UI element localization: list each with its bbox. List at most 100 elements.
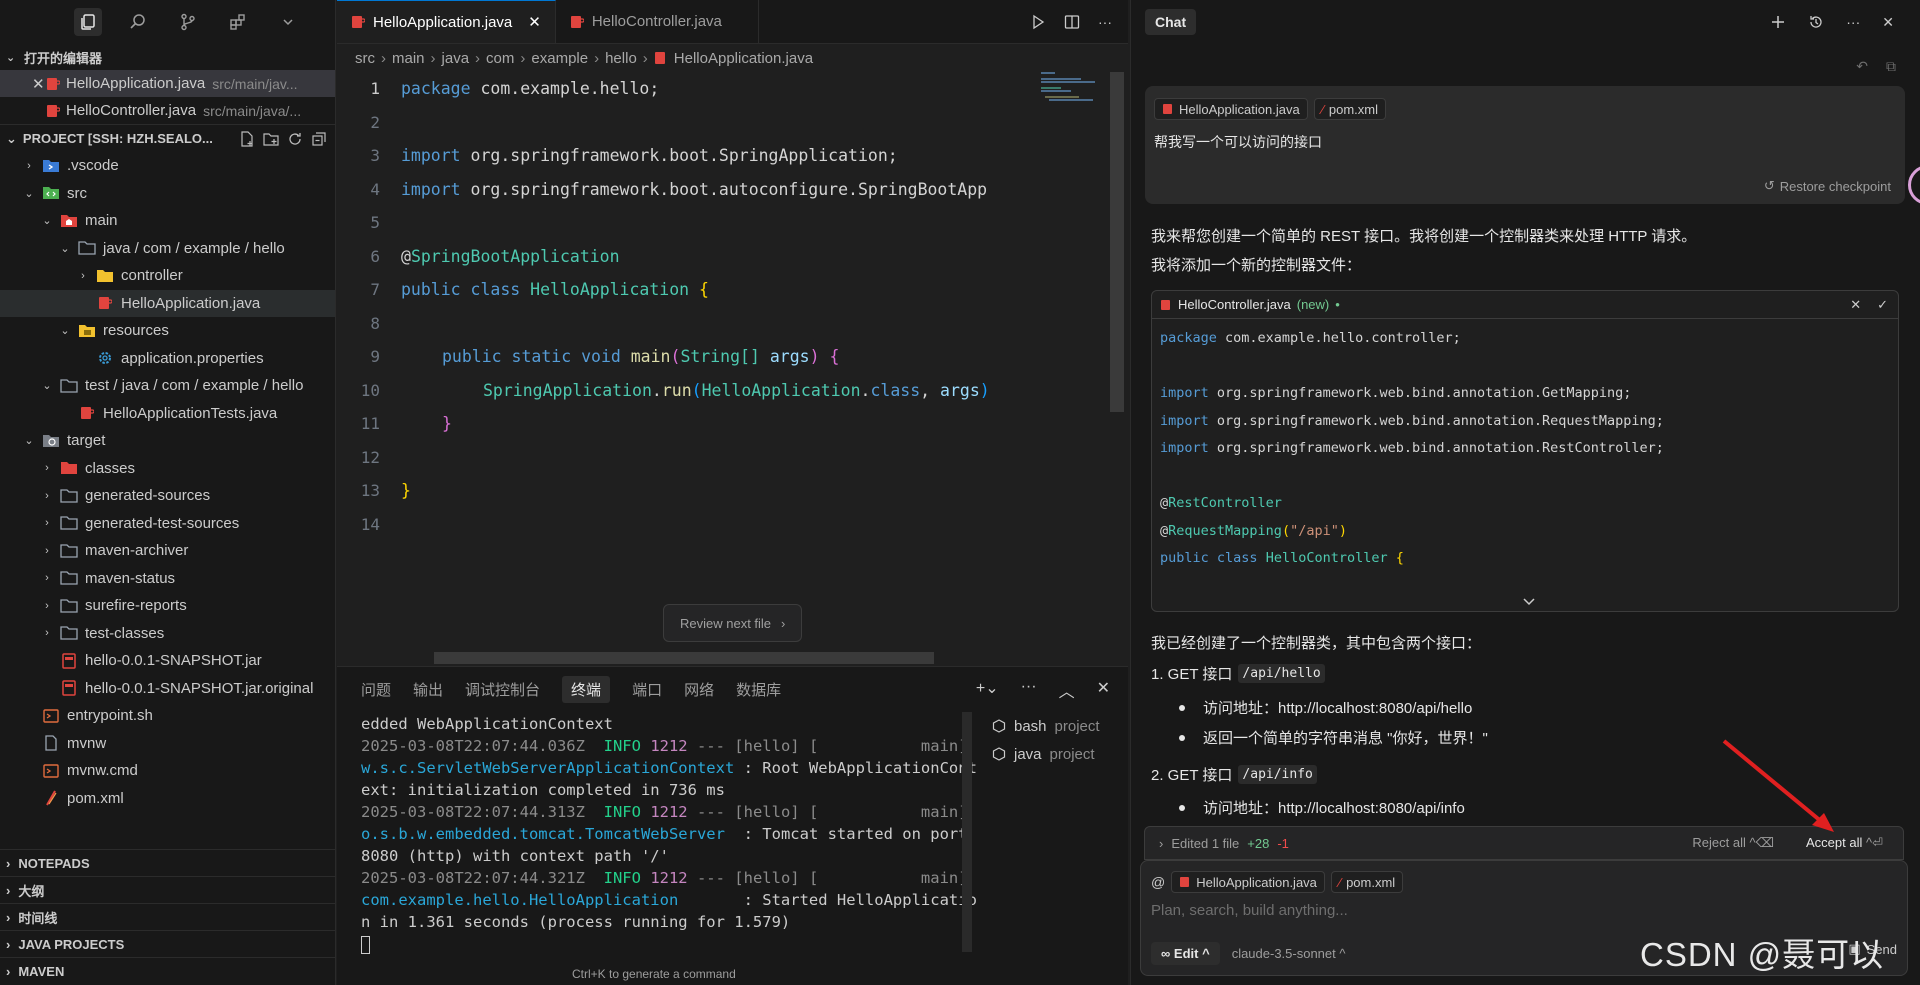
tab-debug-console[interactable]: 调试控制台 (465, 679, 540, 700)
chevron-down-icon[interactable]: ⌄ (40, 379, 54, 392)
mode-dropdown[interactable]: ∞ Edit ^ (1151, 942, 1220, 965)
run-icon[interactable] (1030, 14, 1046, 30)
chevron-right-icon[interactable]: › (22, 160, 36, 172)
tree-item[interactable]: hello-0.0.1-SNAPSHOT.jar (0, 647, 335, 675)
copy-icon[interactable]: ⧉ (1886, 58, 1896, 75)
chevron-down-icon[interactable]: ⌄ (22, 434, 36, 447)
chevron-right-icon[interactable]: › (40, 517, 54, 529)
tree-item[interactable]: ⌄ java / com / example / hello (0, 235, 335, 263)
tab-network[interactable]: 网络 (684, 679, 714, 700)
chevron-right-icon[interactable]: › (40, 490, 54, 502)
tree-item[interactable]: › maven-archiver (0, 537, 335, 565)
minimap[interactable] (1041, 72, 1101, 112)
chevron-right-icon[interactable]: › (40, 572, 54, 584)
accept-all-button[interactable]: Accept all ^⏎ (1806, 835, 1883, 851)
restore-checkpoint-button[interactable]: ↺ Restore checkpoint (1764, 178, 1891, 194)
add-terminal-icon[interactable]: +⌄ (976, 678, 999, 702)
tree-item[interactable]: pom.xml (0, 785, 335, 813)
history-icon[interactable] (1808, 14, 1824, 31)
chevron-down-icon[interactable]: ⌄ (22, 187, 36, 200)
reject-all-button[interactable]: Reject all ^⌫ (1692, 835, 1774, 851)
outline-section[interactable]: › 大纲 (0, 876, 336, 903)
tree-item[interactable]: ⌄ test / java / com / example / hello (0, 372, 335, 400)
breadcrumb-item[interactable]: com (486, 50, 514, 67)
tree-item[interactable]: HelloApplication.java (0, 289, 335, 317)
maven-section[interactable]: › MAVEN (0, 957, 336, 984)
close-icon[interactable]: ✕ (32, 75, 45, 93)
tree-item[interactable]: › controller (0, 262, 335, 290)
close-icon[interactable]: ✕ (528, 13, 541, 31)
tree-item[interactable]: › generated-test-sources (0, 510, 335, 538)
tree-item[interactable]: › test-classes (0, 620, 335, 648)
tree-item[interactable]: ⌄ target (0, 427, 335, 455)
review-next-file-button[interactable]: Review next file › (663, 604, 803, 642)
context-pill[interactable]: ⁄ pom.xml (1330, 871, 1404, 893)
code-area[interactable]: 1 package com.example.hello; 2 3 import or… (337, 72, 1037, 541)
tab-problems[interactable]: 问题 (361, 679, 391, 700)
tree-item[interactable]: entrypoint.sh (0, 702, 335, 730)
tree-item[interactable]: ⌄ resources (0, 317, 335, 345)
tab-terminal[interactable]: 终端 (562, 676, 611, 703)
tree-item[interactable]: hello-0.0.1-SNAPSHOT.jar.original (0, 675, 335, 703)
terminal-scrollbar[interactable] (962, 712, 972, 952)
more-icon[interactable]: ··· (1846, 14, 1860, 31)
java-projects-section[interactable]: › JAVA PROJECTS (0, 930, 336, 957)
tab-output[interactable]: 输出 (413, 679, 443, 700)
split-editor-icon[interactable] (1064, 14, 1080, 30)
chevron-right-icon[interactable]: › (40, 462, 54, 474)
tree-item[interactable]: › maven-status (0, 565, 335, 593)
more-icon[interactable]: ··· (1021, 678, 1037, 702)
breadcrumb-item[interactable]: hello (605, 50, 637, 67)
project-header[interactable]: ⌄ PROJECT [SSH: HZH.SEALO... (0, 124, 335, 152)
breadcrumb-item[interactable]: java (442, 50, 470, 67)
timeline-section[interactable]: › 时间线 (0, 903, 336, 930)
context-pill[interactable]: HelloApplication.java (1154, 98, 1308, 120)
context-pill[interactable]: ⁄ pom.xml (1313, 98, 1386, 120)
chat-input[interactable]: Plan, search, build anything... (1151, 902, 1348, 919)
undo-icon[interactable]: ↶ (1856, 58, 1868, 75)
chevron-down-icon[interactable]: ⌄ (58, 242, 72, 255)
terminal-prompt[interactable] (361, 933, 961, 955)
refresh-icon[interactable] (287, 131, 303, 147)
vertical-scrollbar[interactable] (1110, 72, 1124, 412)
breadcrumb-item[interactable]: main (392, 50, 425, 67)
notepads-section[interactable]: › NOTEPADS (0, 849, 336, 876)
mention-button[interactable]: @ (1151, 874, 1165, 890)
chevron-right-icon[interactable]: › (40, 545, 54, 557)
context-pill[interactable]: HelloApplication.java (1171, 871, 1325, 893)
new-folder-icon[interactable] (263, 131, 279, 147)
tree-item[interactable]: mvnw.cmd (0, 757, 335, 785)
user-message[interactable]: HelloApplication.java ⁄ pom.xml 帮我写一个可以访问… (1145, 86, 1905, 204)
new-chat-icon[interactable] (1770, 14, 1786, 31)
chat-tab[interactable]: Chat (1145, 9, 1197, 35)
files-icon[interactable] (74, 8, 102, 36)
expand-chevron-icon[interactable] (1522, 597, 1536, 607)
tree-item[interactable]: application.properties (0, 345, 335, 373)
terminal-list-item[interactable]: bash project (992, 712, 1100, 740)
accept-icon[interactable]: ✓ (1877, 297, 1888, 313)
terminal-output[interactable]: edded WebApplicationContext 2025-03-08T2… (361, 713, 977, 955)
horizontal-scrollbar[interactable] (434, 652, 934, 664)
chevron-right-icon[interactable]: › (76, 270, 90, 282)
chevron-right-icon[interactable]: › (40, 600, 54, 612)
close-icon[interactable]: ✕ (1882, 14, 1894, 31)
chevron-down-icon[interactable]: ⌄ (40, 214, 54, 227)
maximize-panel-icon[interactable]: ︿ (1059, 678, 1075, 702)
open-editor-item[interactable]: HelloController.java src/main/java/... (0, 97, 335, 124)
tree-item[interactable]: › surefire-reports (0, 592, 335, 620)
tree-item[interactable]: › classes (0, 455, 335, 483)
model-dropdown[interactable]: claude-3.5-sonnet ^ (1232, 946, 1346, 961)
close-icon[interactable]: ✕ (1097, 678, 1110, 702)
chevron-down-icon[interactable] (274, 8, 302, 36)
more-icon[interactable]: ··· (1098, 14, 1112, 30)
breadcrumb-item[interactable]: src (355, 50, 375, 67)
source-control-icon[interactable] (174, 8, 202, 36)
tab-database[interactable]: 数据库 (736, 679, 781, 700)
tree-item[interactable]: ⌄ main (0, 207, 335, 235)
chevron-down-icon[interactable]: ⌄ (58, 324, 72, 337)
tree-item[interactable]: mvnw (0, 730, 335, 758)
new-file-icon[interactable] (239, 130, 255, 147)
search-icon[interactable] (124, 8, 152, 36)
breadcrumb-item[interactable]: example (531, 50, 588, 67)
open-editor-item[interactable]: ✕ HelloApplication.java src/main/jav... (0, 70, 335, 97)
